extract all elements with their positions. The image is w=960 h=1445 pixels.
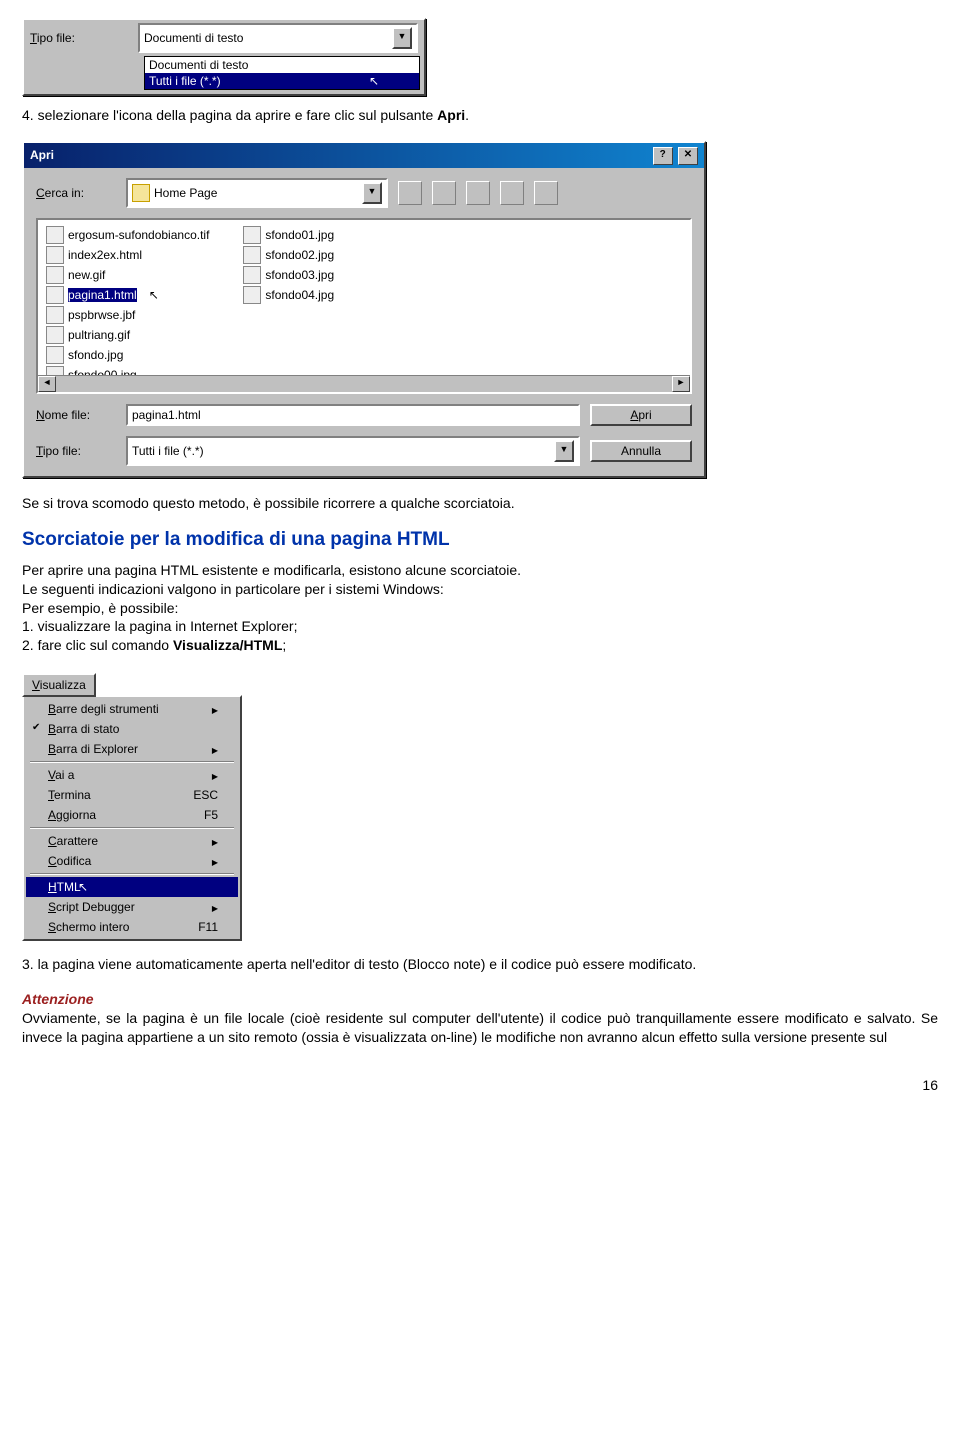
menu-separator (30, 873, 234, 875)
dropdown-arrow-icon[interactable]: ▼ (392, 27, 412, 49)
file-icon (46, 306, 64, 324)
file-item[interactable]: sfondo.jpg (44, 346, 211, 364)
details-view-icon[interactable] (534, 181, 558, 205)
visualizza-menu-snippet: Visualizza Barre degli strumentiBarra di… (22, 671, 242, 941)
section-heading: Scorciatoie per la modifica di una pagin… (22, 529, 938, 551)
file-item[interactable]: sfondo02.jpg (241, 246, 336, 264)
file-item[interactable]: pspbrwse.jbf (44, 306, 211, 324)
file-icon (46, 286, 64, 304)
menu-separator (30, 761, 234, 763)
menu-trigger[interactable]: Visualizza (22, 673, 96, 697)
file-item[interactable]: sfondo01.jpg (241, 226, 336, 244)
cursor-icon: ↖ (369, 74, 379, 88)
file-icon (243, 286, 261, 304)
file-item[interactable]: sfondo03.jpg (241, 266, 336, 284)
file-item[interactable]: ergosum-sufondobianco.tif (44, 226, 211, 244)
menu-item[interactable]: AggiornaF5 (26, 805, 238, 825)
page-number: 16 (22, 1077, 938, 1093)
dropdown-arrow-icon[interactable]: ▼ (362, 182, 382, 204)
menu-item[interactable]: Carattere (26, 831, 238, 851)
filetype-label: Tipo file: (30, 31, 130, 45)
open-button[interactable]: Apri (590, 404, 692, 426)
file-item-selected[interactable]: pagina1.html↖ (44, 286, 211, 304)
menu-item[interactable]: HTML↖ (26, 877, 238, 897)
scroll-left-icon[interactable]: ◄ (38, 376, 56, 392)
menu-separator (30, 827, 234, 829)
file-list[interactable]: ergosum-sufondobianco.tif index2ex.html … (36, 218, 692, 394)
menu-item[interactable]: Barra di Explorer (26, 739, 238, 759)
filename-input[interactable]: pagina1.html (126, 404, 580, 426)
file-item[interactable]: new.gif (44, 266, 211, 284)
menu-item[interactable]: Schermo interoF11 (26, 917, 238, 937)
menu-item[interactable]: Vai a (26, 765, 238, 785)
paragraph: 4. selezionare l'icona della pagina da a… (22, 106, 938, 125)
cursor-icon: ↖ (78, 880, 88, 894)
dialog-title: Apri (30, 148, 54, 162)
menu-item[interactable]: TerminaESC (26, 785, 238, 805)
menu-list: Barre degli strumentiBarra di statoBarra… (24, 697, 240, 939)
menu-item[interactable]: Script Debugger (26, 897, 238, 917)
file-icon (243, 226, 261, 244)
folder-field[interactable]: Home Page ▼ (126, 178, 388, 208)
file-icon (46, 246, 64, 264)
cancel-button[interactable]: Annulla (590, 440, 692, 462)
cursor-icon: ↖ (149, 288, 159, 302)
filetype-value: Documenti di testo (144, 31, 243, 45)
folder-icon (132, 184, 150, 202)
scroll-right-icon[interactable]: ► (672, 376, 690, 392)
paragraph: Per aprire una pagina HTML esistente e m… (22, 561, 938, 655)
menu-item[interactable]: Barra di stato (26, 719, 238, 739)
paragraph: Se si trova scomodo questo metodo, è pos… (22, 494, 938, 513)
up-folder-icon[interactable] (398, 181, 422, 205)
filetype-label: Tipo file: (36, 444, 116, 458)
file-icon (243, 266, 261, 284)
attention-text: Ovviamente, se la pagina è un file local… (22, 1010, 938, 1045)
file-item[interactable]: sfondo04.jpg (241, 286, 336, 304)
attention-title: Attenzione (22, 991, 94, 1007)
list-view-icon[interactable] (500, 181, 524, 205)
horizontal-scrollbar[interactable]: ◄► (38, 375, 690, 392)
menu-item[interactable]: Barre degli strumenti (26, 699, 238, 719)
file-icon (46, 326, 64, 344)
filetype-dropdown-list[interactable]: Documenti di testo Tutti i file (*.*) ↖ (144, 56, 420, 90)
new-folder-icon[interactable] (466, 181, 490, 205)
file-type-snippet: Tipo file: Documenti di testo ▼ Document… (22, 18, 426, 96)
filetype-field[interactable]: Documenti di testo ▼ (138, 23, 418, 53)
menu-item[interactable]: Codifica (26, 851, 238, 871)
close-icon[interactable]: ✕ (678, 147, 698, 165)
filetype-select[interactable]: Tutti i file (*.*) ▼ (126, 436, 580, 466)
filetype-option[interactable]: Documenti di testo (145, 57, 419, 73)
attention-block: Attenzione Ovviamente, se la pagina è un… (22, 990, 938, 1047)
help-icon[interactable]: ? (653, 147, 673, 165)
file-icon (46, 266, 64, 284)
file-icon (46, 346, 64, 364)
search-in-label: Cerca in: (36, 186, 116, 200)
filetype-option-selected[interactable]: Tutti i file (*.*) ↖ (145, 73, 419, 89)
paragraph: 3. la pagina viene automaticamente apert… (22, 955, 938, 974)
dropdown-arrow-icon[interactable]: ▼ (554, 440, 574, 462)
desktop-icon[interactable] (432, 181, 456, 205)
file-icon (243, 246, 261, 264)
filename-label: Nome file: (36, 408, 116, 422)
file-icon (46, 226, 64, 244)
titlebar-buttons: ? ✕ (651, 146, 698, 165)
open-dialog: Apri ? ✕ Cerca in: Home Page ▼ ergosum-s… (22, 141, 706, 478)
dialog-titlebar: Apri ? ✕ (24, 143, 704, 168)
file-item[interactable]: pultriang.gif (44, 326, 211, 344)
file-item[interactable]: index2ex.html (44, 246, 211, 264)
